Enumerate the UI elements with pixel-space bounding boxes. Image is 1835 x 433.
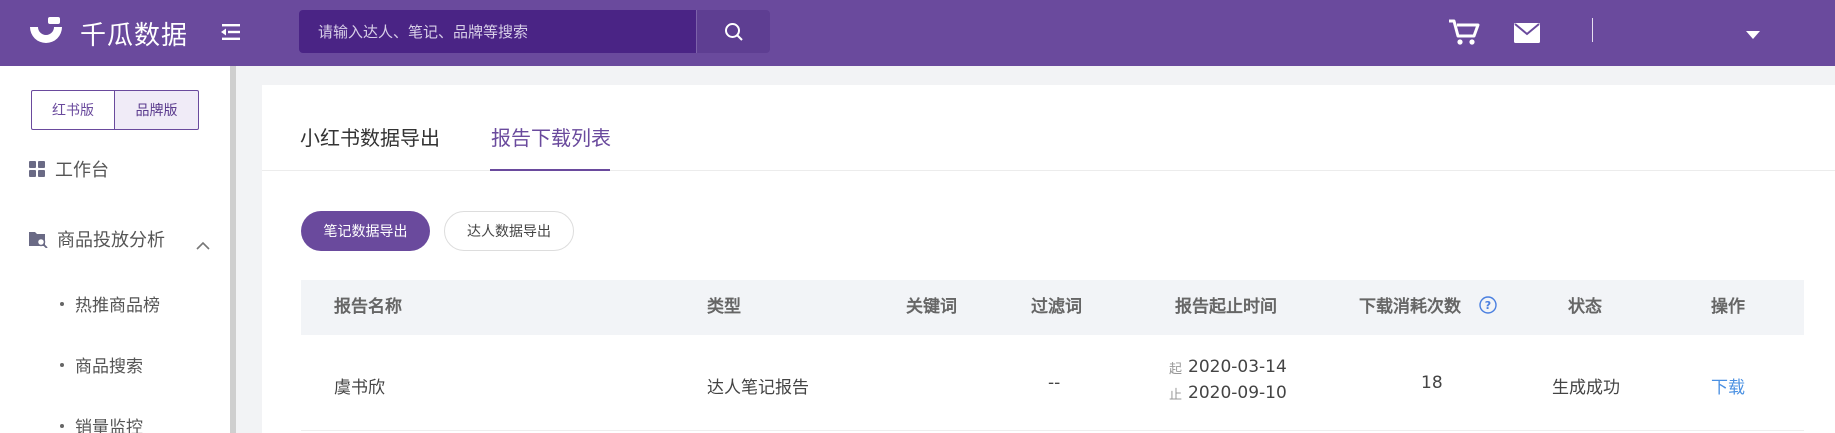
chevron-up-icon[interactable] xyxy=(196,235,210,254)
table-row: 虞书欣 达人笔记报告 -- 起 2020-03-14 止 2020-09-10 … xyxy=(301,335,1804,431)
download-link[interactable]: 下载 xyxy=(1711,373,1745,398)
cell-download-count: 18 xyxy=(1421,373,1443,393)
date-end-tag: 止 xyxy=(1169,387,1183,403)
sidebar-subitem-label: 商品搜索 xyxy=(75,357,143,377)
column-header-status: 状态 xyxy=(1568,297,1602,317)
tab-xhs-data-export[interactable]: 小红书数据导出 xyxy=(300,122,440,151)
logo-icon xyxy=(30,17,62,43)
top-bar: 千瓜数据 xyxy=(0,0,1835,66)
sidebar-item-workbench[interactable]: 工作台 xyxy=(28,156,109,182)
sidebar-item-product-analysis[interactable]: 商品投放分析 xyxy=(28,226,165,252)
table-header: 报告名称 类型 关键词 过滤词 报告起止时间 下载消耗次数 ? 状态 操作 xyxy=(301,280,1804,335)
date-start-tag: 起 xyxy=(1169,361,1183,377)
bullet-dot xyxy=(60,423,64,428)
date-start-line: 起 2020-03-14 xyxy=(1169,357,1287,377)
cell-report-name: 虞书欣 xyxy=(334,378,385,398)
tab-report-download-list[interactable]: 报告下载列表 xyxy=(491,122,611,151)
caret-down-icon[interactable] xyxy=(1745,25,1761,44)
main-panel: 小红书数据导出 报告下载列表 笔记数据导出 达人数据导出 报告名称 类型 关键词… xyxy=(262,85,1835,433)
date-end-line: 止 2020-09-10 xyxy=(1169,383,1287,403)
sidebar: 红书版 品牌版 工作台 商品投放分析 热推商品榜 商品搜索 销量监控 xyxy=(0,66,236,433)
report-table: 报告名称 类型 关键词 过滤词 报告起止时间 下载消耗次数 ? 状态 操作 虞书… xyxy=(301,280,1804,431)
tab-bar: 小红书数据导出 报告下载列表 xyxy=(262,85,1835,171)
column-header-download-count: 下载消耗次数 ? xyxy=(1359,280,1497,335)
sidebar-subitem-hot-products[interactable]: 热推商品榜 xyxy=(60,291,160,316)
cell-report-type: 达人笔记报告 xyxy=(707,378,809,398)
filter-kol-export-button[interactable]: 达人数据导出 xyxy=(444,211,574,251)
logo[interactable]: 千瓜数据 xyxy=(26,12,188,54)
cell-filter: -- xyxy=(1048,373,1061,393)
brand-name: 千瓜数据 xyxy=(80,20,189,51)
column-header-action: 操作 xyxy=(1711,297,1745,317)
cell-status: 生成成功 xyxy=(1552,378,1620,398)
header-divider xyxy=(1592,18,1593,42)
filter-note-export-button[interactable]: 笔记数据导出 xyxy=(301,211,430,251)
search-input[interactable] xyxy=(299,10,696,53)
column-header-type: 类型 xyxy=(707,297,741,317)
column-header-date-range: 报告起止时间 xyxy=(1175,297,1277,317)
sidebar-item-label: 商品投放分析 xyxy=(57,230,165,251)
version-red-book-button[interactable]: 红书版 xyxy=(31,90,115,130)
date-end: 2020-09-10 xyxy=(1188,383,1287,403)
column-header-label: 下载消耗次数 xyxy=(1359,297,1461,317)
mail-icon[interactable] xyxy=(1513,22,1541,48)
column-header-name: 报告名称 xyxy=(334,297,402,317)
sidebar-subitem-sales-monitor[interactable]: 销量监控 xyxy=(60,413,143,433)
cart-icon[interactable] xyxy=(1448,17,1480,51)
cell-date-range: 起 2020-03-14 止 2020-09-10 xyxy=(1169,357,1287,403)
version-switch: 红书版 品牌版 xyxy=(31,90,199,130)
folder-search-icon xyxy=(29,232,48,248)
svg-text:?: ? xyxy=(1485,299,1491,312)
bullet-dot xyxy=(60,362,64,367)
menu-fold-icon[interactable] xyxy=(219,20,243,44)
sidebar-subitem-product-search[interactable]: 商品搜索 xyxy=(60,352,143,377)
sidebar-subitem-label: 销量监控 xyxy=(75,418,143,433)
search-bar xyxy=(299,10,770,53)
date-start: 2020-03-14 xyxy=(1188,357,1287,377)
sidebar-subitem-label: 热推商品榜 xyxy=(75,296,160,316)
version-brand-button[interactable]: 品牌版 xyxy=(115,90,199,130)
bullet-dot xyxy=(60,301,64,306)
help-icon[interactable]: ? xyxy=(1479,296,1497,314)
search-button[interactable] xyxy=(696,10,770,53)
column-header-filter: 过滤词 xyxy=(1031,297,1082,317)
grid-icon xyxy=(29,161,45,177)
column-header-keyword: 关键词 xyxy=(906,297,957,317)
active-tab-underline xyxy=(490,169,610,171)
sidebar-item-label: 工作台 xyxy=(55,160,109,181)
search-icon xyxy=(724,22,743,41)
